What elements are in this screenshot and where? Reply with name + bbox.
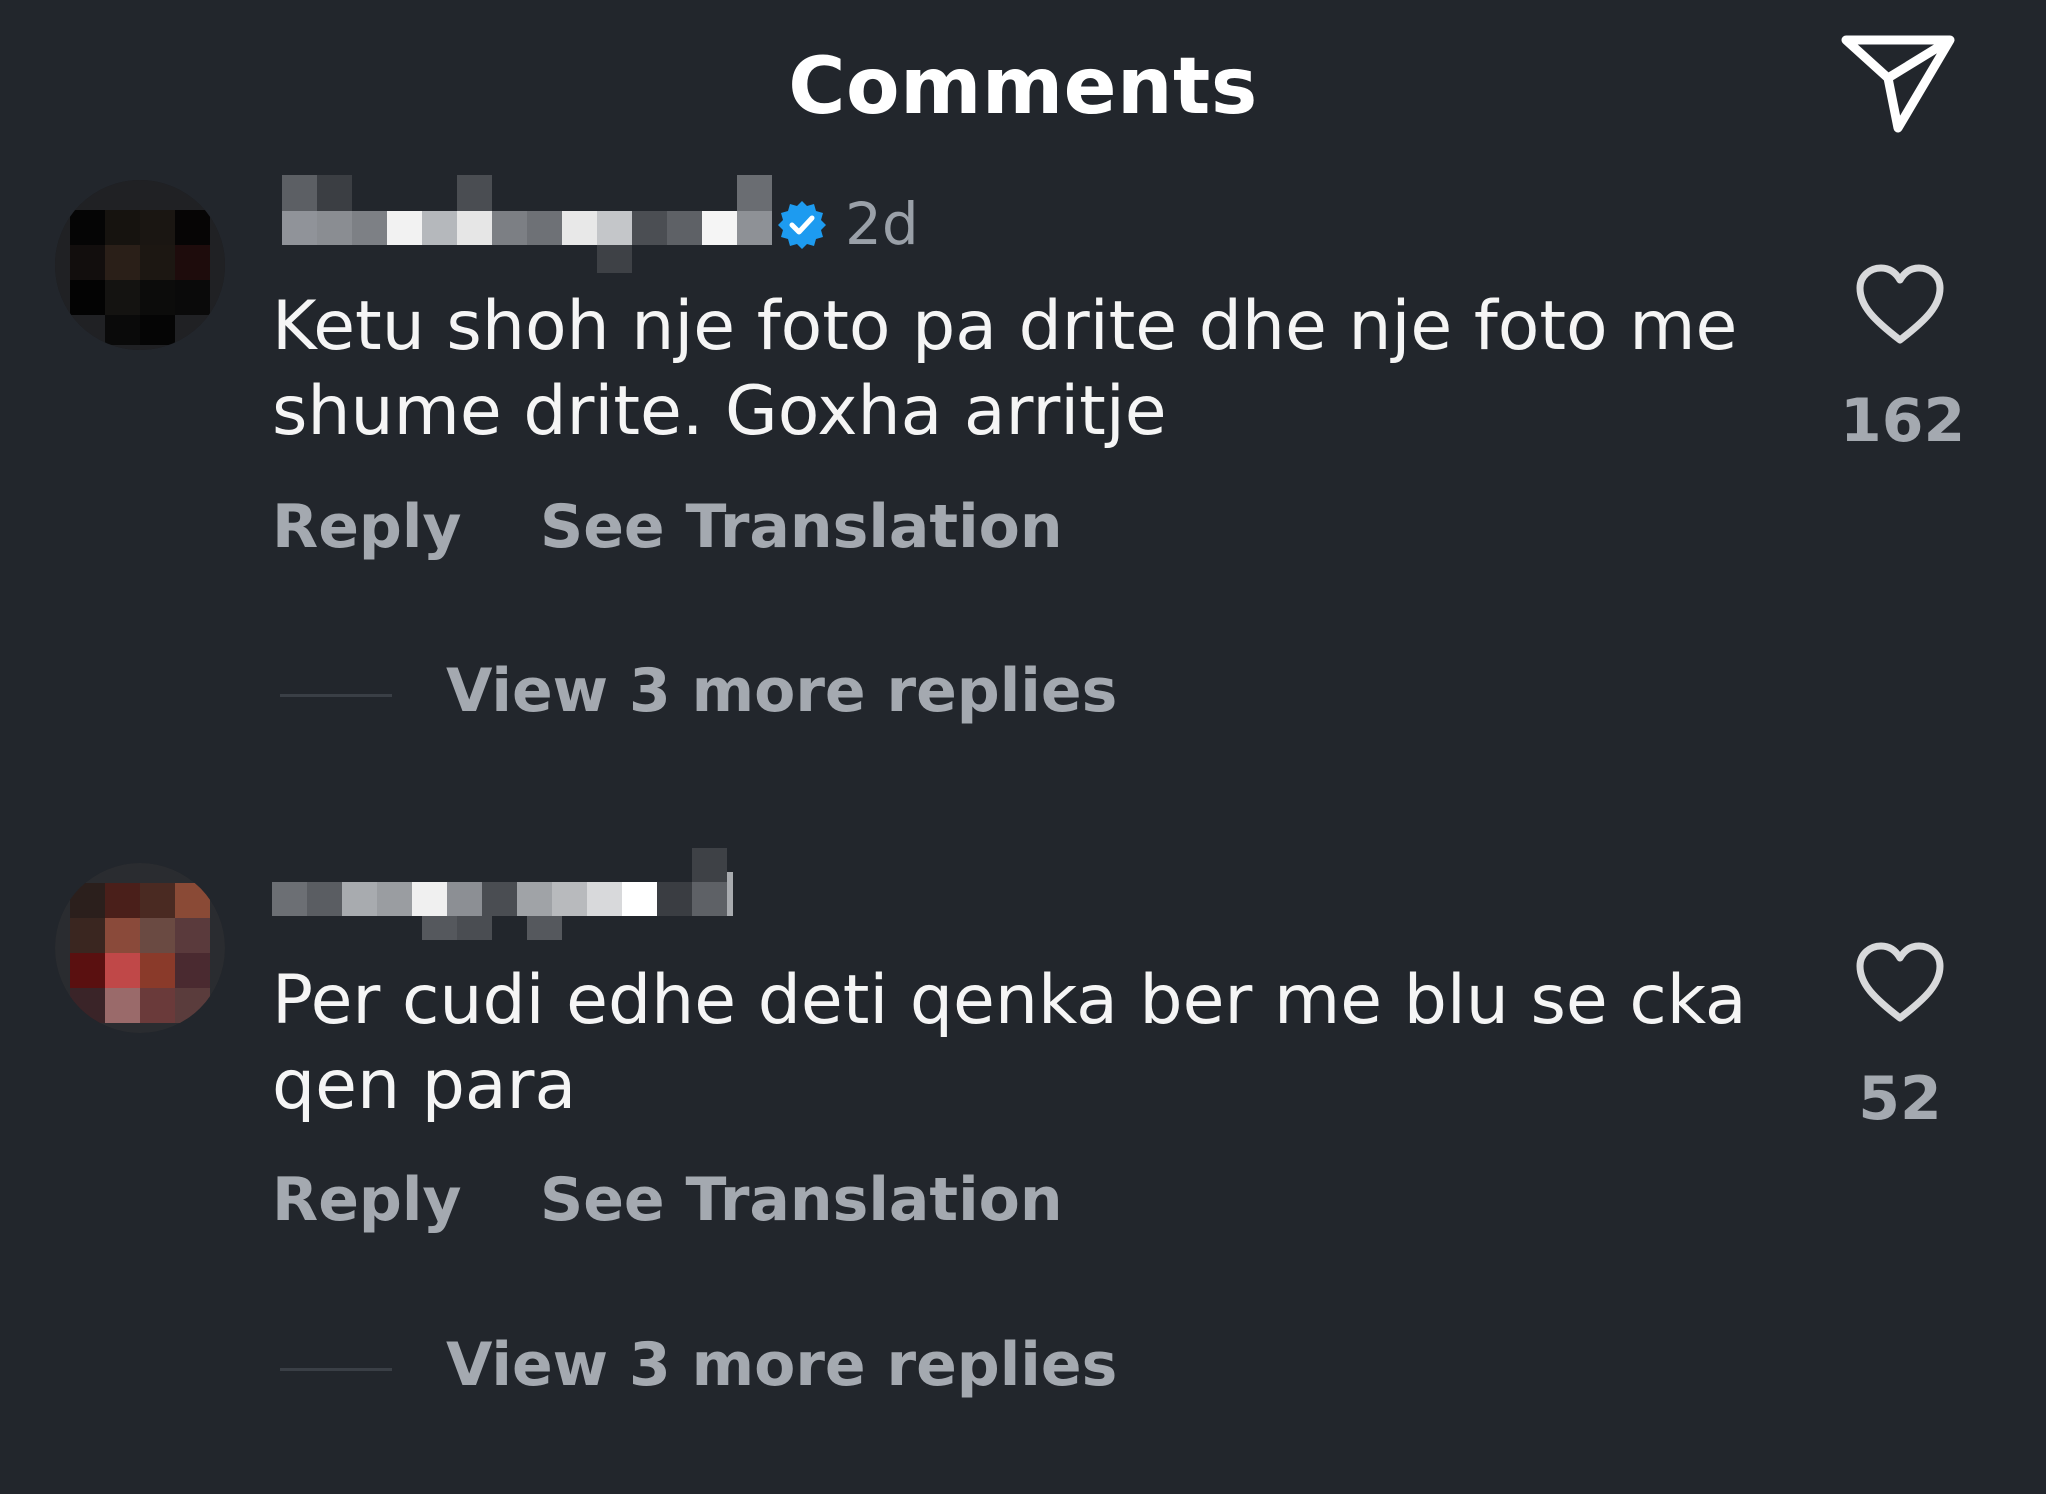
like-group: 162 — [1840, 262, 1966, 456]
like-group: 52 — [1840, 940, 1960, 1134]
like-count: 52 — [1858, 1064, 1942, 1134]
heart-icon[interactable] — [1854, 262, 1946, 346]
avatar[interactable] — [55, 180, 225, 350]
avatar-pixelated-image — [55, 863, 225, 1033]
see-translation-button[interactable]: See Translation — [540, 492, 1063, 562]
see-translation-button[interactable]: See Translation — [540, 1165, 1063, 1235]
page-title: Comments — [788, 42, 1258, 132]
like-count: 162 — [1840, 386, 1966, 456]
comments-screen: Comments 2d Ketu shoh nje foto pa drite … — [0, 0, 2046, 1494]
reply-button[interactable]: Reply — [272, 492, 462, 562]
username-redacted[interactable] — [272, 848, 742, 948]
verified-badge-icon — [778, 201, 826, 249]
view-replies-label: View 3 more replies — [446, 1330, 1118, 1400]
heart-icon[interactable] — [1854, 940, 1946, 1024]
avatar[interactable] — [55, 863, 225, 1033]
replies-divider-line — [280, 1368, 392, 1371]
avatar-pixelated-image — [55, 180, 225, 350]
replies-divider-line — [280, 694, 392, 697]
paper-plane-icon[interactable] — [1838, 30, 1958, 140]
comment-text: Ketu shoh nje foto pa drite dhe nje foto… — [272, 287, 1738, 451]
username-redacted[interactable] — [282, 175, 782, 275]
comment-timestamp: 2d — [845, 190, 919, 258]
view-replies-label: View 3 more replies — [446, 656, 1118, 726]
comment-text: Per cudi edhe deti qenka ber me blu se c… — [272, 961, 1747, 1125]
comments-header: Comments — [0, 0, 2046, 200]
reply-button[interactable]: Reply — [272, 1165, 462, 1235]
